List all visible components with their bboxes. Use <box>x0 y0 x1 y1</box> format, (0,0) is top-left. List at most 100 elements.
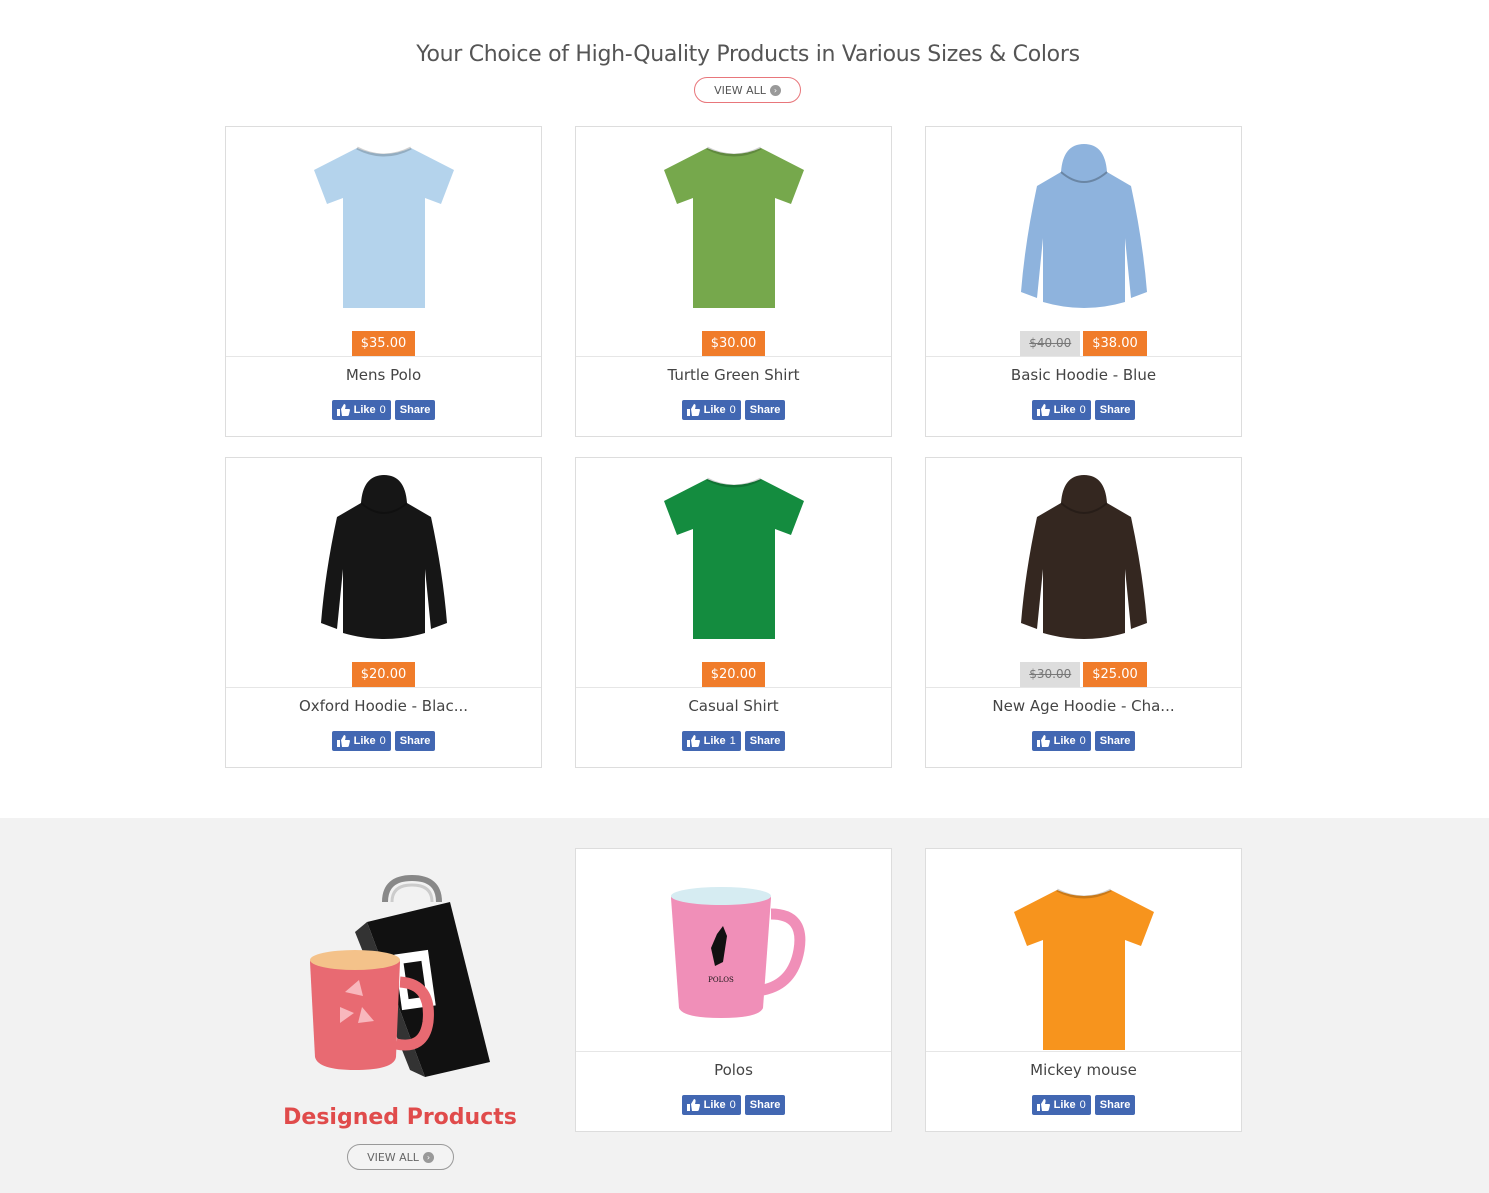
facebook-like-button[interactable]: Like 0 <box>331 400 391 420</box>
like-label: Like <box>703 404 726 416</box>
social-buttons: Like 1 Share <box>576 731 891 751</box>
product-image[interactable] <box>926 884 1241 1054</box>
facebook-share-button[interactable]: Share <box>1094 400 1136 420</box>
product-image[interactable] <box>926 142 1241 312</box>
facebook-like-button[interactable]: Like 0 <box>1031 400 1091 420</box>
like-count: 0 <box>729 1099 736 1111</box>
product-card[interactable]: Mickey mouse Like 0 Share <box>925 848 1242 1132</box>
like-count: 0 <box>729 404 736 416</box>
product-card[interactable]: $35.00 Mens Polo Like 0 Share <box>225 126 542 437</box>
social-buttons: Like 0 Share <box>926 731 1241 751</box>
product-card[interactable]: POLOS Polos Like 0 Share <box>575 848 892 1132</box>
product-card[interactable]: $20.00 Oxford Hoodie - Blac... Like 0 Share <box>225 457 542 768</box>
thumbs-up-icon <box>686 1099 700 1111</box>
chevron-right-icon: › <box>769 84 781 96</box>
like-count: 0 <box>379 404 386 416</box>
product-name[interactable]: Polos <box>576 1061 891 1079</box>
thumbs-up-icon <box>686 735 700 747</box>
like-label: Like <box>703 1099 726 1111</box>
product-card[interactable]: $30.00 Turtle Green Shirt Like 0 Share <box>575 126 892 437</box>
price-group: $20.00 <box>226 662 541 687</box>
product-image[interactable]: POLOS <box>576 884 891 1024</box>
like-count: 0 <box>1079 1099 1086 1111</box>
facebook-like-button[interactable]: Like 0 <box>1031 1095 1091 1115</box>
product-image[interactable] <box>926 473 1241 643</box>
like-label: Like <box>353 735 376 747</box>
svg-text:POLOS: POLOS <box>708 976 734 984</box>
card-divider <box>226 356 541 357</box>
price-badge: $30.00 <box>701 331 766 356</box>
product-name[interactable]: Oxford Hoodie - Blac... <box>226 697 541 715</box>
product-card[interactable]: $30.00 $25.00 New Age Hoodie - Cha... Like 0… <box>925 457 1242 768</box>
price-group: $35.00 <box>226 331 541 356</box>
facebook-like-button[interactable]: Like 0 <box>681 1095 741 1115</box>
price-group: $40.00 $38.00 <box>926 331 1241 356</box>
product-image[interactable] <box>576 473 891 643</box>
product-image[interactable] <box>226 473 541 643</box>
price-group: $30.00 <box>576 331 891 356</box>
card-divider <box>576 356 891 357</box>
facebook-share-button[interactable]: Share <box>1094 1095 1136 1115</box>
thumbs-up-icon <box>1036 735 1050 747</box>
chevron-right-icon: › <box>422 1151 434 1163</box>
like-count: 0 <box>1079 404 1086 416</box>
like-label: Like <box>1053 1099 1076 1111</box>
card-divider <box>576 1051 891 1052</box>
like-count: 1 <box>729 735 736 747</box>
price-badge: $38.00 <box>1083 331 1147 356</box>
social-buttons: Like 0 Share <box>926 400 1241 420</box>
price-badge: $20.00 <box>701 662 766 687</box>
old-price: $30.00 <box>1020 662 1081 687</box>
card-divider <box>926 356 1241 357</box>
like-count: 0 <box>1079 735 1086 747</box>
facebook-share-button[interactable]: Share <box>394 400 436 420</box>
designed-products-title: Designed Products <box>283 1105 517 1130</box>
thumbs-up-icon <box>336 404 350 416</box>
view-all-label: VIEW ALL <box>714 83 766 97</box>
social-buttons: Like 0 Share <box>576 400 891 420</box>
product-image[interactable] <box>226 142 541 312</box>
social-buttons: Like 0 Share <box>926 1095 1241 1115</box>
card-divider <box>926 1051 1241 1052</box>
facebook-like-button[interactable]: Like 0 <box>331 731 391 751</box>
old-price: $40.00 <box>1020 331 1081 356</box>
product-name[interactable]: Casual Shirt <box>576 697 891 715</box>
facebook-share-button[interactable]: Share <box>744 731 786 751</box>
social-buttons: Like 0 Share <box>226 731 541 751</box>
facebook-like-button[interactable]: Like 1 <box>681 731 741 751</box>
product-name[interactable]: Mens Polo <box>226 366 541 384</box>
facebook-share-button[interactable]: Share <box>394 731 436 751</box>
like-label: Like <box>1053 404 1076 416</box>
facebook-like-button[interactable]: Like 0 <box>1031 731 1091 751</box>
designed-products-illustration <box>300 872 500 1082</box>
thumbs-up-icon <box>686 404 700 416</box>
facebook-share-button[interactable]: Share <box>1094 731 1136 751</box>
facebook-share-button[interactable]: Share <box>744 1095 786 1115</box>
card-divider <box>576 687 891 688</box>
price-group: $20.00 <box>576 662 891 687</box>
product-name[interactable]: Mickey mouse <box>926 1061 1241 1079</box>
product-name[interactable]: Basic Hoodie - Blue <box>926 366 1241 384</box>
product-card[interactable]: $20.00 Casual Shirt Like 1 Share <box>575 457 892 768</box>
thumbs-up-icon <box>1036 404 1050 416</box>
card-divider <box>926 687 1241 688</box>
view-all-button[interactable]: VIEW ALL › <box>694 77 801 103</box>
like-count: 0 <box>379 735 386 747</box>
price-badge: $25.00 <box>1083 662 1147 687</box>
view-all-label: VIEW ALL <box>367 1150 419 1164</box>
thumbs-up-icon <box>336 735 350 747</box>
facebook-share-button[interactable]: Share <box>744 400 786 420</box>
designed-view-all-button[interactable]: VIEW ALL › <box>347 1144 454 1170</box>
social-buttons: Like 0 Share <box>226 400 541 420</box>
like-label: Like <box>1053 735 1076 747</box>
like-label: Like <box>703 735 726 747</box>
thumbs-up-icon <box>1036 1099 1050 1111</box>
product-image[interactable] <box>576 142 891 312</box>
price-group: $30.00 $25.00 <box>926 662 1241 687</box>
product-name[interactable]: Turtle Green Shirt <box>576 366 891 384</box>
product-name[interactable]: New Age Hoodie - Cha... <box>926 697 1241 715</box>
price-badge: $35.00 <box>351 331 416 356</box>
facebook-like-button[interactable]: Like 0 <box>681 400 741 420</box>
product-card[interactable]: $40.00 $38.00 Basic Hoodie - Blue Like 0 Shar… <box>925 126 1242 437</box>
card-divider <box>226 687 541 688</box>
